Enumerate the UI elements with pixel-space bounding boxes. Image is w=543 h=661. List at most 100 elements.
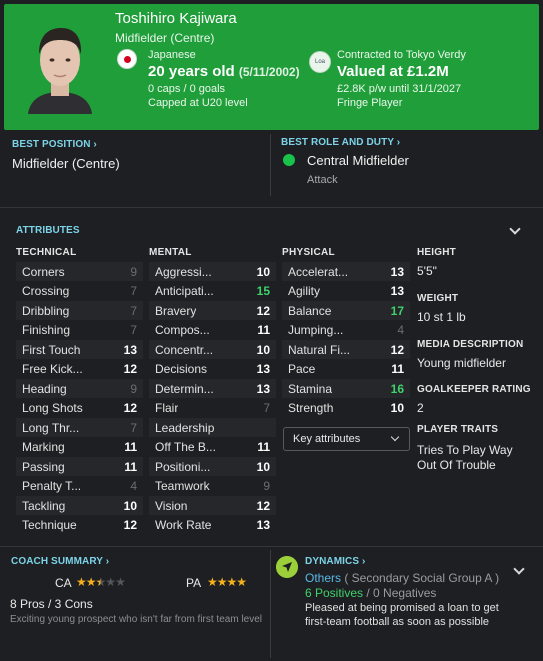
attribute-name: Dribbling (22, 303, 70, 318)
japan-flag-icon (117, 49, 137, 69)
attribute-row[interactable]: Finishing 7 (16, 321, 143, 340)
attribute-row[interactable]: Teamwork 9 (149, 477, 276, 496)
attribute-name: Leadership (155, 420, 215, 435)
technical-header: TECHNICAL (16, 247, 77, 258)
attribute-row[interactable]: Agility 13 (282, 282, 410, 301)
attribute-value: 7 (130, 420, 137, 435)
star-half-icon: ★ (95, 575, 107, 589)
attribute-row[interactable]: Anticipati... 15 (149, 282, 276, 301)
attribute-value: 9 (263, 479, 270, 493)
attribute-row[interactable]: Marking 11 (16, 438, 143, 457)
attribute-name: Vision (155, 498, 188, 513)
attribute-value: 13 (256, 362, 270, 376)
key-attributes-dropdown[interactable]: Key attributes (283, 427, 410, 451)
attribute-row[interactable]: Leadership (149, 418, 276, 437)
attribute-row[interactable]: Bravery 12 (149, 301, 276, 320)
attribute-row[interactable]: Dribbling 7 (16, 301, 143, 320)
attribute-row[interactable]: Long Shots 12 (16, 399, 143, 418)
attribute-value: 10 (123, 498, 137, 513)
attribute-row[interactable]: Long Thr... 7 (16, 418, 143, 437)
attribute-row[interactable]: Stamina 16 (282, 379, 410, 398)
attribute-row[interactable]: Free Kick... 12 (16, 360, 143, 379)
social-group: Others ( Secondary Social Group A ) (305, 571, 499, 585)
ca-stars-rating: ★★★★★ (76, 575, 126, 589)
attributes-collapse-chevron-icon[interactable] (509, 223, 521, 235)
attribute-row[interactable]: Compos... 11 (149, 321, 276, 340)
attribute-value: 7 (130, 284, 137, 298)
attribute-row[interactable]: Jumping... 4 (282, 321, 410, 340)
attribute-row[interactable]: Passing 11 (16, 457, 143, 476)
attribute-name: Flair (155, 401, 179, 415)
attribute-row[interactable]: Balance 17 (282, 301, 410, 320)
attribute-row[interactable]: Natural Fi... 12 (282, 340, 410, 359)
attribute-row[interactable]: Off The B... 11 (149, 438, 276, 457)
positives-count: 6 Positives (305, 586, 364, 600)
best-position-label: BEST POSITION (12, 139, 91, 150)
attribute-value: 11 (257, 440, 270, 454)
best-role-label: BEST ROLE AND DUTY (281, 137, 394, 148)
pa-stars-rating: ★★★★ (207, 575, 247, 589)
attribute-name: First Touch (22, 342, 81, 357)
star-empty-icon: ★ (105, 575, 116, 589)
dynamics-link[interactable]: DYNAMICS › (305, 556, 365, 567)
attribute-row[interactable]: Strength 10 (282, 399, 410, 418)
best-role-duty: Attack (307, 174, 338, 186)
attribute-row[interactable]: Penalty T... 4 (16, 477, 143, 496)
squad-status: Fringe Player (337, 97, 403, 109)
social-group-name[interactable]: Others (305, 571, 341, 585)
attribute-value: 10 (256, 342, 270, 357)
attribute-row[interactable]: First Touch 13 (16, 340, 143, 359)
attribute-name: Anticipati... (155, 284, 214, 298)
best-position-link[interactable]: BEST POSITION › (12, 139, 97, 150)
attribute-value: 13 (390, 284, 404, 298)
best-role-name: Central Midfielder (307, 153, 409, 168)
attribute-value: 11 (124, 459, 137, 474)
coach-description: Exciting young prospect who isn't far fr… (10, 614, 263, 625)
attribute-name: Teamwork (155, 479, 210, 493)
attribute-row[interactable]: Accelerat... 13 (282, 262, 410, 281)
attribute-row[interactable]: Positioni... 10 (149, 457, 276, 476)
attribute-row[interactable]: Decisions 13 (149, 360, 276, 379)
attribute-row[interactable]: Heading 9 (16, 379, 143, 398)
attribute-row[interactable]: Flair 7 (149, 399, 276, 418)
attribute-row[interactable]: Technique 12 (16, 516, 143, 535)
positives-separator: / (363, 586, 374, 600)
attribute-name: Jumping... (288, 323, 344, 337)
nationality: Japanese (148, 49, 196, 61)
international-caps: 0 caps / 0 goals (148, 83, 226, 95)
attribute-value: 7 (263, 401, 270, 415)
attribute-row[interactable]: Aggressi... 10 (149, 262, 276, 281)
coach-summary-link[interactable]: COACH SUMMARY › (11, 556, 109, 567)
attribute-row[interactable]: Pace 11 (282, 360, 410, 379)
attribute-row[interactable]: Determin... 13 (149, 379, 276, 398)
age-text: 20 years old (148, 63, 235, 80)
dynamics-arrow-icon (276, 556, 298, 578)
star-full-icon: ★ (236, 575, 247, 589)
attribute-name: Aggressi... (155, 264, 212, 279)
pros-cons-count[interactable]: 8 Pros / 3 Cons (10, 597, 93, 611)
dynamics-label: DYNAMICS (305, 556, 360, 567)
club-badge-icon[interactable]: Loa (309, 51, 331, 73)
attribute-name: Compos... (155, 323, 210, 337)
attribute-row[interactable]: Crossing 7 (16, 282, 143, 301)
attribute-row[interactable]: Concentr... 10 (149, 340, 276, 359)
attribute-row[interactable]: Tackling 10 (16, 496, 143, 515)
vertical-divider (270, 134, 271, 196)
attribute-value: 13 (123, 342, 137, 357)
best-role-link[interactable]: BEST ROLE AND DUTY › (281, 137, 400, 148)
attribute-row[interactable]: Vision 12 (149, 496, 276, 515)
wage-info: £2.8K p/w until 31/1/2027 (337, 83, 462, 95)
height-value: 5'5" (417, 264, 437, 278)
social-group-detail: ( Secondary Social Group A ) (341, 571, 500, 585)
attribute-row[interactable]: Corners 9 (16, 262, 143, 281)
ca-label: CA (55, 576, 72, 590)
mental-header: MENTAL (149, 247, 192, 258)
attribute-row[interactable]: Work Rate 13 (149, 516, 276, 535)
positives-negatives: 6 Positives / 0 Negatives (305, 586, 436, 600)
dynamics-collapse-chevron-icon[interactable] (513, 563, 525, 575)
attribute-value: 10 (390, 401, 404, 415)
star-empty-icon: ★ (115, 575, 126, 589)
attribute-name: Natural Fi... (288, 342, 351, 357)
attribute-name: Concentr... (155, 342, 214, 357)
contract-info: Contracted to Tokyo Verdy (337, 49, 466, 61)
